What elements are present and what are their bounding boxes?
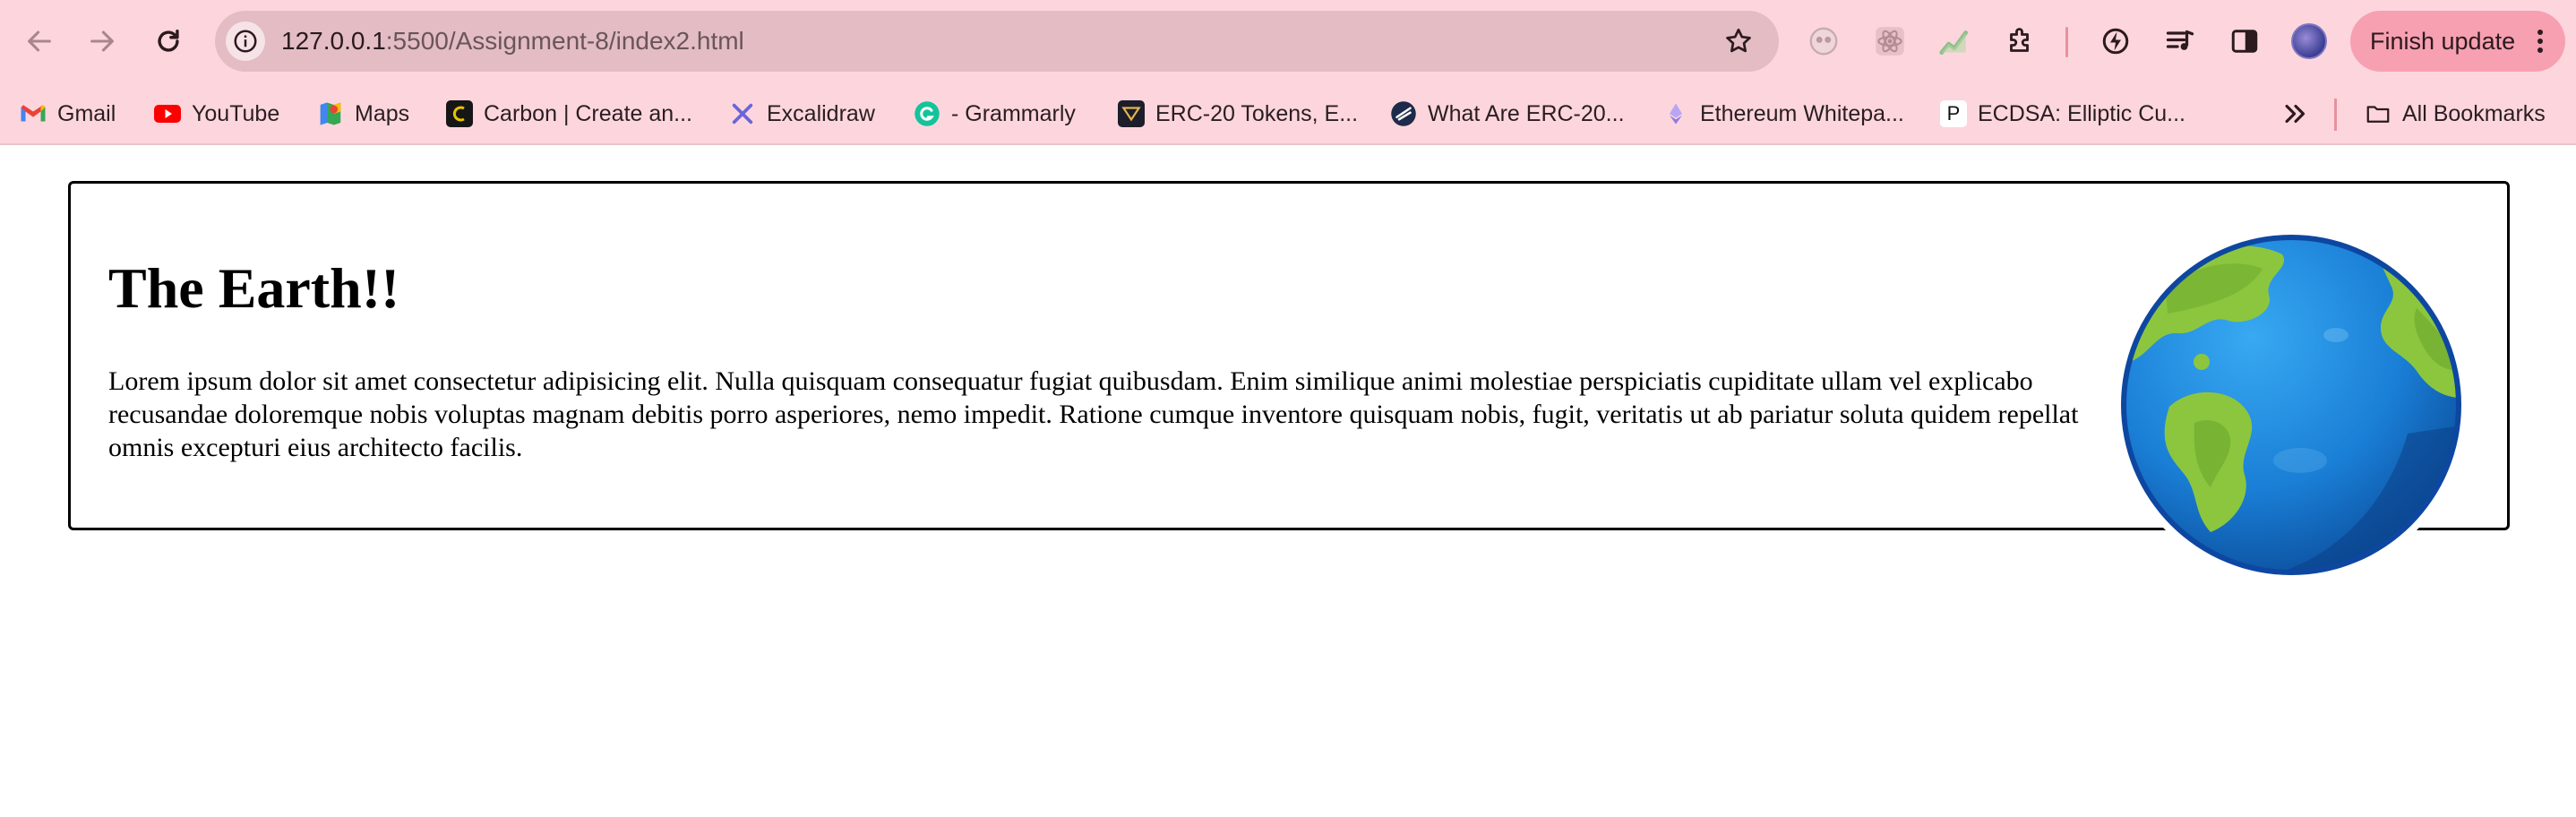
toolbar-divider: [2065, 27, 2068, 57]
performance-icon[interactable]: [2098, 23, 2134, 59]
bookmark-label: Carbon | Create an...: [484, 100, 693, 126]
browser-toolbar: 127.0.0.1:5500/Assignment-8/index2.html: [0, 0, 2576, 82]
finish-update-label: Finish update: [2370, 28, 2516, 55]
ethereum-icon: [1662, 100, 1689, 127]
bookmark-star-icon[interactable]: [1723, 26, 1754, 56]
bookmark-ethereum-whitepaper[interactable]: Ethereum Whitepa...: [1662, 97, 1904, 131]
bookmark-carbon[interactable]: Carbon | Create an...: [446, 97, 692, 131]
bookmark-maps[interactable]: Maps: [317, 97, 409, 131]
excalidraw-icon: [729, 100, 756, 127]
bookmark-label: Maps: [355, 100, 410, 126]
back-arrow-icon: [28, 30, 51, 52]
bookmark-label: ECDSA: Elliptic Cu...: [1978, 100, 2186, 126]
more-vert-icon: [2537, 30, 2543, 53]
bookmark-grammarly[interactable]: - Grammarly: [914, 97, 1076, 131]
youtube-icon: [154, 100, 181, 127]
gmail-icon: [20, 100, 47, 127]
bookmark-label: What Are ERC-20...: [1428, 100, 1625, 126]
bookmark-erc20-tokens[interactable]: ERC-20 Tokens, E...: [1118, 97, 1358, 131]
info-icon: [234, 30, 257, 53]
carbon-icon: [446, 100, 473, 127]
bookmark-gmail[interactable]: Gmail: [20, 97, 116, 131]
bookmark-youtube[interactable]: YouTube: [154, 97, 279, 131]
url-text[interactable]: 127.0.0.1:5500/Assignment-8/index2.html: [281, 11, 744, 72]
folder-icon: [2365, 100, 2391, 127]
extension-owl-icon[interactable]: [1806, 23, 1842, 59]
chevron-double-right-icon[interactable]: [2280, 99, 2311, 129]
forward-button[interactable]: [81, 20, 124, 63]
bookmark-label: YouTube: [192, 100, 280, 126]
reload-button[interactable]: [147, 20, 190, 63]
forward-arrow-icon: [90, 30, 114, 52]
p-icon: P: [1940, 100, 1967, 127]
bookmarks-bar: Gmail YouTube Maps Carbon | Create an...…: [0, 82, 2576, 145]
profile-avatar[interactable]: [2291, 23, 2327, 59]
erc20-icon: [1118, 100, 1145, 127]
bookmark-label: - Grammarly: [951, 100, 1076, 126]
maps-icon: [317, 100, 344, 127]
side-panel-icon[interactable]: [2227, 23, 2263, 59]
bookmark-excalidraw[interactable]: Excalidraw: [729, 97, 875, 131]
earth-image: [2114, 228, 2469, 582]
bookmark-label: Gmail: [57, 100, 116, 126]
bookmark-label: ERC-20 Tokens, E...: [1155, 100, 1359, 126]
all-bookmarks-button[interactable]: All Bookmarks: [2365, 97, 2546, 131]
grammarly-icon: [914, 100, 940, 127]
bookmark-label: Ethereum Whitepa...: [1700, 100, 1904, 126]
bookmarks-divider: [2334, 99, 2337, 131]
extension-chart-icon[interactable]: [1936, 23, 1972, 59]
media-control-icon[interactable]: [2162, 23, 2198, 59]
address-bar[interactable]: 127.0.0.1:5500/Assignment-8/index2.html: [215, 11, 1779, 72]
all-bookmarks-label: All Bookmarks: [2402, 100, 2546, 126]
page-body-text: Lorem ipsum dolor sit amet consectetur a…: [108, 366, 2079, 462]
extensions-puzzle-icon[interactable]: [2003, 23, 2039, 59]
bookmark-what-are-erc20[interactable]: What Are ERC-20...: [1390, 97, 1625, 131]
site-info-button[interactable]: [226, 22, 265, 61]
bookmark-label: Excalidraw: [767, 100, 875, 126]
page-title: The Earth!!: [108, 256, 400, 320]
bookmark-ecdsa[interactable]: P ECDSA: Elliptic Cu...: [1940, 97, 2185, 131]
back-button[interactable]: [18, 20, 61, 63]
url-host: 127.0.0.1: [281, 27, 386, 55]
zerion-icon: [1390, 100, 1417, 127]
finish-update-button[interactable]: Finish update: [2350, 11, 2565, 72]
extension-react-icon[interactable]: [1872, 23, 1908, 59]
reload-icon: [158, 29, 179, 52]
url-path: :5500/Assignment-8/index2.html: [385, 27, 744, 55]
